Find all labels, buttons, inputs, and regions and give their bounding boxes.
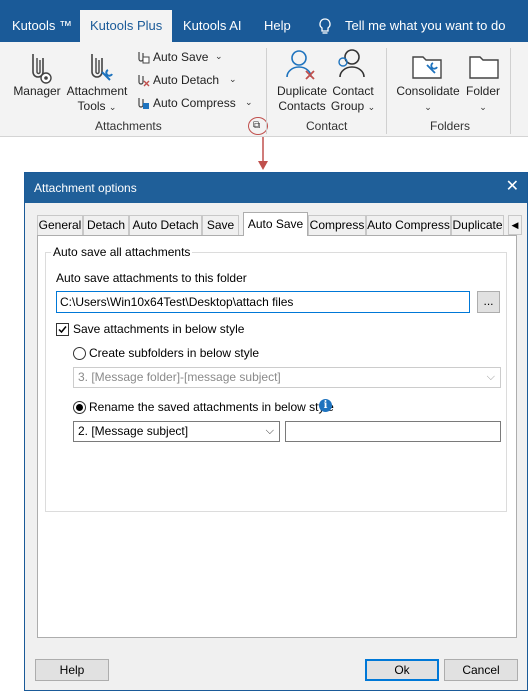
auto-save-button[interactable]: Auto Save [153,47,208,67]
tab-kutools-plus[interactable]: Kutools Plus [80,10,173,42]
auto-detach-label: Auto Detach [153,73,220,87]
ribbon-tab-bar: Kutools ™ Kutools Plus Kutools AI Help T… [0,0,528,42]
attachment-options-dialog: Attachment options ✕ General Detach Auto… [24,172,528,691]
duplicate-contacts-button[interactable]: Duplicate Contacts [276,84,328,114]
chevron-down-icon: ⌄ [424,102,432,112]
auto-compress-button[interactable]: Auto Compress [153,93,236,113]
rename-style-select[interactable]: 2. [Message subject] ⌵ [73,421,280,442]
contact-group-label: Contact [306,119,348,133]
cancel-button[interactable]: Cancel [444,659,518,681]
attachment-tools-button[interactable]: Attachment Tools ⌄ [64,84,130,115]
auto-save-icon [136,50,150,67]
chevron-down-icon[interactable]: ⌄ [229,74,237,85]
consolidate-label: Consolidate [396,84,460,98]
contact-group-button[interactable]: Contact Group ⌄ [329,84,377,115]
auto-detach-button[interactable]: Auto Detach [153,70,219,90]
folder-button[interactable]: Folder ⌄ [462,84,504,115]
create-subfolders-radio[interactable] [73,347,86,360]
attachment-tools-label-2: Tools [77,99,106,113]
folder-label: Folder [465,84,500,98]
tab-compress[interactable]: Compress [308,215,366,235]
folder-icon [468,51,500,84]
duplicate-contacts-label-2: Contacts [278,99,326,113]
tab-auto-save[interactable]: Auto Save [243,212,308,236]
group-separator [266,48,267,134]
tab-scroll-right-icon[interactable] [522,215,526,235]
lightbulb-icon [318,18,332,39]
contact-group-label-1: Contact [332,84,374,98]
folder-label: Auto save attachments to this folder [56,271,247,285]
save-style-checkbox[interactable] [56,323,69,336]
tab-general[interactable]: General [37,215,83,235]
create-subfolders-label: Create subfolders in below style [89,346,260,360]
info-icon[interactable]: i [319,399,332,412]
group-separator [386,48,387,134]
help-button[interactable]: Help [35,659,109,681]
save-style-label: Save attachments in below style [73,322,245,336]
tab-kutools[interactable]: Kutools ™ [12,10,72,42]
duplicate-contacts-label-1: Duplicate [276,84,328,98]
chevron-down-icon: ⌵ [265,425,274,437]
group-separator [510,48,511,134]
auto-save-panel: Auto save all attachments Auto save atta… [37,235,517,638]
chevron-down-icon: ⌵ [486,371,495,383]
auto-detach-icon [136,73,150,90]
tell-me-search[interactable]: Tell me what you want to do [345,10,505,42]
chevron-down-icon: ⌄ [367,102,376,112]
tab-save[interactable]: Save [202,215,239,235]
chevron-down-icon[interactable]: ⌄ [215,51,223,62]
folders-group-label: Folders [430,119,471,133]
auto-save-groupbox: Auto save all attachments Auto save atta… [45,245,507,512]
tab-scroll-left-icon[interactable]: ◀ [508,215,522,235]
dialog-title: Attachment options [34,181,137,195]
contact-group-label-2: Group [330,99,365,113]
tab-kutools-ai[interactable]: Kutools AI [183,10,242,42]
contact-group-icon [334,47,368,88]
auto-compress-label: Auto Compress [153,96,236,110]
close-icon[interactable]: ✕ [506,178,519,196]
rename-style-value: 2. [Message subject] [78,424,189,438]
dialog-launcher-icon[interactable]: ⧉ [253,120,260,131]
chevron-down-icon: ⌄ [108,102,117,112]
tab-detach[interactable]: Detach [83,215,129,235]
ok-button[interactable]: Ok [365,659,439,681]
tab-help[interactable]: Help [264,10,291,42]
consolidate-button[interactable]: Consolidate ⌄ [394,84,462,115]
ribbon-body: Manager Attachment Tools ⌄ Auto Save ⌄ A… [0,42,528,137]
rename-extra-input[interactable] [285,421,501,442]
attachments-group-label: Attachments [95,119,162,133]
dialog-titlebar: Attachment options ✕ [25,173,527,203]
rename-attachments-label: Rename the saved attachments in below st… [89,400,334,414]
tab-auto-compress[interactable]: Auto Compress [366,215,451,235]
manager-button[interactable]: Manager [12,84,62,99]
checkmark-icon [58,326,67,334]
attachment-tools-label-1: Attachment [66,84,128,98]
auto-save-label: Auto Save [153,50,209,64]
consolidate-folder-icon [411,51,443,84]
subfolder-style-value: 3. [Message folder]-[message subject] [78,370,281,384]
folder-path-input[interactable]: C:\Users\Win10x64Test\Desktop\attach fil… [56,291,470,313]
tab-duplicate[interactable]: Duplicate [451,215,504,235]
rename-attachments-radio[interactable] [73,401,86,414]
browse-button[interactable]: ... [477,291,500,313]
subfolder-style-select[interactable]: 3. [Message folder]-[message subject] ⌵ [73,367,501,388]
groupbox-title: Auto save all attachments [51,245,193,259]
auto-compress-icon [136,96,150,113]
callout-arrow [258,137,268,174]
tab-auto-detach[interactable]: Auto Detach [129,215,202,235]
chevron-down-icon: ⌄ [479,102,487,112]
duplicate-contacts-icon [284,47,318,88]
chevron-down-icon[interactable]: ⌄ [245,97,253,108]
